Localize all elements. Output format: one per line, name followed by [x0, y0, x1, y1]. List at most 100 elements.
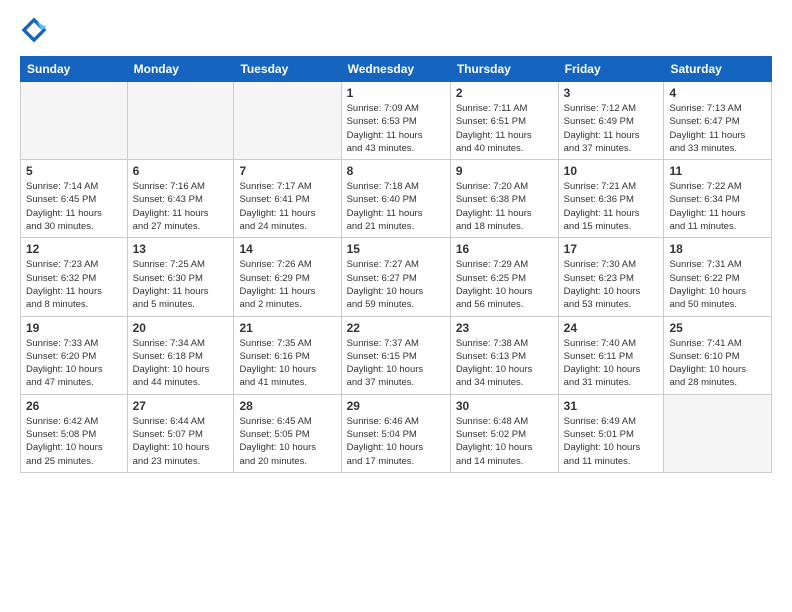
calendar: SundayMondayTuesdayWednesdayThursdayFrid…	[20, 56, 772, 473]
day-info: Sunrise: 7:40 AM Sunset: 6:11 PM Dayligh…	[564, 337, 659, 390]
day-info: Sunrise: 6:48 AM Sunset: 5:02 PM Dayligh…	[456, 415, 553, 468]
day-number: 17	[564, 242, 659, 256]
calendar-cell	[664, 394, 772, 472]
day-info: Sunrise: 6:49 AM Sunset: 5:01 PM Dayligh…	[564, 415, 659, 468]
calendar-cell	[21, 82, 128, 160]
week-row-3: 12 Sunrise: 7:23 AM Sunset: 6:32 PM Dayli…	[21, 238, 772, 316]
calendar-cell: 20Sunrise: 7:34 AM Sunset: 6:18 PM Dayli…	[127, 316, 234, 394]
calendar-cell: 19 Sunrise: 7:33 AM Sunset: 6:20 PM Dayli…	[21, 316, 128, 394]
calendar-cell: 22Sunrise: 7:37 AM Sunset: 6:15 PM Dayli…	[341, 316, 450, 394]
calendar-cell: 28Sunrise: 6:45 AM Sunset: 5:05 PM Dayli…	[234, 394, 341, 472]
day-number: 19	[26, 321, 122, 335]
day-number: 15	[347, 242, 445, 256]
calendar-cell: 29 Sunrise: 6:46 AM Sunset: 5:04 PM Dayli…	[341, 394, 450, 472]
calendar-cell: 30Sunrise: 6:48 AM Sunset: 5:02 PM Dayli…	[450, 394, 558, 472]
calendar-cell: 15 Sunrise: 7:27 AM Sunset: 6:27 PM Dayli…	[341, 238, 450, 316]
calendar-cell: 31 Sunrise: 6:49 AM Sunset: 5:01 PM Dayli…	[558, 394, 664, 472]
day-info: Sunrise: 7:12 AM Sunset: 6:49 PM Dayligh…	[564, 102, 659, 155]
day-number: 21	[239, 321, 335, 335]
day-number: 12	[26, 242, 122, 256]
day-info: Sunrise: 7:09 AM Sunset: 6:53 PM Dayligh…	[347, 102, 445, 155]
day-number: 10	[564, 164, 659, 178]
page: SundayMondayTuesdayWednesdayThursdayFrid…	[0, 0, 792, 612]
day-info: Sunrise: 6:42 AM Sunset: 5:08 PM Dayligh…	[26, 415, 122, 468]
day-info: Sunrise: 7:18 AM Sunset: 6:40 PM Dayligh…	[347, 180, 445, 233]
logo-icon	[20, 16, 48, 44]
day-number: 2	[456, 86, 553, 100]
day-info: Sunrise: 7:14 AM Sunset: 6:45 PM Dayligh…	[26, 180, 122, 233]
calendar-cell: 10 Sunrise: 7:21 AM Sunset: 6:36 PM Dayli…	[558, 160, 664, 238]
day-number: 29	[347, 399, 445, 413]
day-number: 22	[347, 321, 445, 335]
day-info: Sunrise: 6:45 AM Sunset: 5:05 PM Dayligh…	[239, 415, 335, 468]
day-info: Sunrise: 7:13 AM Sunset: 6:47 PM Dayligh…	[669, 102, 766, 155]
day-info: Sunrise: 7:29 AM Sunset: 6:25 PM Dayligh…	[456, 258, 553, 311]
day-number: 8	[347, 164, 445, 178]
day-info: Sunrise: 6:44 AM Sunset: 5:07 PM Dayligh…	[133, 415, 229, 468]
week-row-1: 1 Sunrise: 7:09 AM Sunset: 6:53 PM Daylig…	[21, 82, 772, 160]
calendar-cell: 7Sunrise: 7:17 AM Sunset: 6:41 PM Daylig…	[234, 160, 341, 238]
calendar-cell	[234, 82, 341, 160]
calendar-cell: 5 Sunrise: 7:14 AM Sunset: 6:45 PM Daylig…	[21, 160, 128, 238]
day-info: Sunrise: 7:27 AM Sunset: 6:27 PM Dayligh…	[347, 258, 445, 311]
day-info: Sunrise: 7:21 AM Sunset: 6:36 PM Dayligh…	[564, 180, 659, 233]
calendar-cell: 11Sunrise: 7:22 AM Sunset: 6:34 PM Dayli…	[664, 160, 772, 238]
calendar-cell: 17Sunrise: 7:30 AM Sunset: 6:23 PM Dayli…	[558, 238, 664, 316]
weekday-header-thursday: Thursday	[450, 57, 558, 82]
day-number: 11	[669, 164, 766, 178]
calendar-cell: 6 Sunrise: 7:16 AM Sunset: 6:43 PM Daylig…	[127, 160, 234, 238]
calendar-cell: 24 Sunrise: 7:40 AM Sunset: 6:11 PM Dayli…	[558, 316, 664, 394]
day-number: 23	[456, 321, 553, 335]
weekday-header-row: SundayMondayTuesdayWednesdayThursdayFrid…	[21, 57, 772, 82]
day-number: 1	[347, 86, 445, 100]
day-info: Sunrise: 7:35 AM Sunset: 6:16 PM Dayligh…	[239, 337, 335, 390]
day-info: Sunrise: 7:25 AM Sunset: 6:30 PM Dayligh…	[133, 258, 229, 311]
weekday-header-monday: Monday	[127, 57, 234, 82]
day-number: 13	[133, 242, 229, 256]
week-row-5: 26 Sunrise: 6:42 AM Sunset: 5:08 PM Dayli…	[21, 394, 772, 472]
day-info: Sunrise: 7:23 AM Sunset: 6:32 PM Dayligh…	[26, 258, 122, 311]
day-info: Sunrise: 6:46 AM Sunset: 5:04 PM Dayligh…	[347, 415, 445, 468]
day-number: 7	[239, 164, 335, 178]
day-number: 6	[133, 164, 229, 178]
weekday-header-saturday: Saturday	[664, 57, 772, 82]
day-number: 4	[669, 86, 766, 100]
day-number: 24	[564, 321, 659, 335]
day-number: 18	[669, 242, 766, 256]
weekday-header-sunday: Sunday	[21, 57, 128, 82]
day-number: 31	[564, 399, 659, 413]
day-info: Sunrise: 7:38 AM Sunset: 6:13 PM Dayligh…	[456, 337, 553, 390]
calendar-cell: 25 Sunrise: 7:41 AM Sunset: 6:10 PM Dayli…	[664, 316, 772, 394]
day-number: 3	[564, 86, 659, 100]
calendar-cell: 14Sunrise: 7:26 AM Sunset: 6:29 PM Dayli…	[234, 238, 341, 316]
logo	[20, 16, 52, 44]
calendar-cell: 9Sunrise: 7:20 AM Sunset: 6:38 PM Daylig…	[450, 160, 558, 238]
weekday-header-wednesday: Wednesday	[341, 57, 450, 82]
day-number: 27	[133, 399, 229, 413]
calendar-cell: 27 Sunrise: 6:44 AM Sunset: 5:07 PM Dayli…	[127, 394, 234, 472]
day-info: Sunrise: 7:16 AM Sunset: 6:43 PM Dayligh…	[133, 180, 229, 233]
calendar-cell: 21 Sunrise: 7:35 AM Sunset: 6:16 PM Dayli…	[234, 316, 341, 394]
weekday-header-tuesday: Tuesday	[234, 57, 341, 82]
day-number: 26	[26, 399, 122, 413]
day-info: Sunrise: 7:41 AM Sunset: 6:10 PM Dayligh…	[669, 337, 766, 390]
day-number: 5	[26, 164, 122, 178]
header	[20, 16, 772, 44]
weekday-header-friday: Friday	[558, 57, 664, 82]
calendar-cell: 18Sunrise: 7:31 AM Sunset: 6:22 PM Dayli…	[664, 238, 772, 316]
calendar-cell: 26 Sunrise: 6:42 AM Sunset: 5:08 PM Dayli…	[21, 394, 128, 472]
calendar-cell: 12 Sunrise: 7:23 AM Sunset: 6:32 PM Dayli…	[21, 238, 128, 316]
calendar-cell: 4 Sunrise: 7:13 AM Sunset: 6:47 PM Daylig…	[664, 82, 772, 160]
week-row-4: 19 Sunrise: 7:33 AM Sunset: 6:20 PM Dayli…	[21, 316, 772, 394]
calendar-cell: 16 Sunrise: 7:29 AM Sunset: 6:25 PM Dayli…	[450, 238, 558, 316]
day-info: Sunrise: 7:34 AM Sunset: 6:18 PM Dayligh…	[133, 337, 229, 390]
day-number: 25	[669, 321, 766, 335]
calendar-cell: 3 Sunrise: 7:12 AM Sunset: 6:49 PM Daylig…	[558, 82, 664, 160]
day-number: 16	[456, 242, 553, 256]
calendar-cell: 23 Sunrise: 7:38 AM Sunset: 6:13 PM Dayli…	[450, 316, 558, 394]
day-info: Sunrise: 7:33 AM Sunset: 6:20 PM Dayligh…	[26, 337, 122, 390]
calendar-cell	[127, 82, 234, 160]
calendar-cell: 8 Sunrise: 7:18 AM Sunset: 6:40 PM Daylig…	[341, 160, 450, 238]
day-info: Sunrise: 7:26 AM Sunset: 6:29 PM Dayligh…	[239, 258, 335, 311]
calendar-cell: 2Sunrise: 7:11 AM Sunset: 6:51 PM Daylig…	[450, 82, 558, 160]
